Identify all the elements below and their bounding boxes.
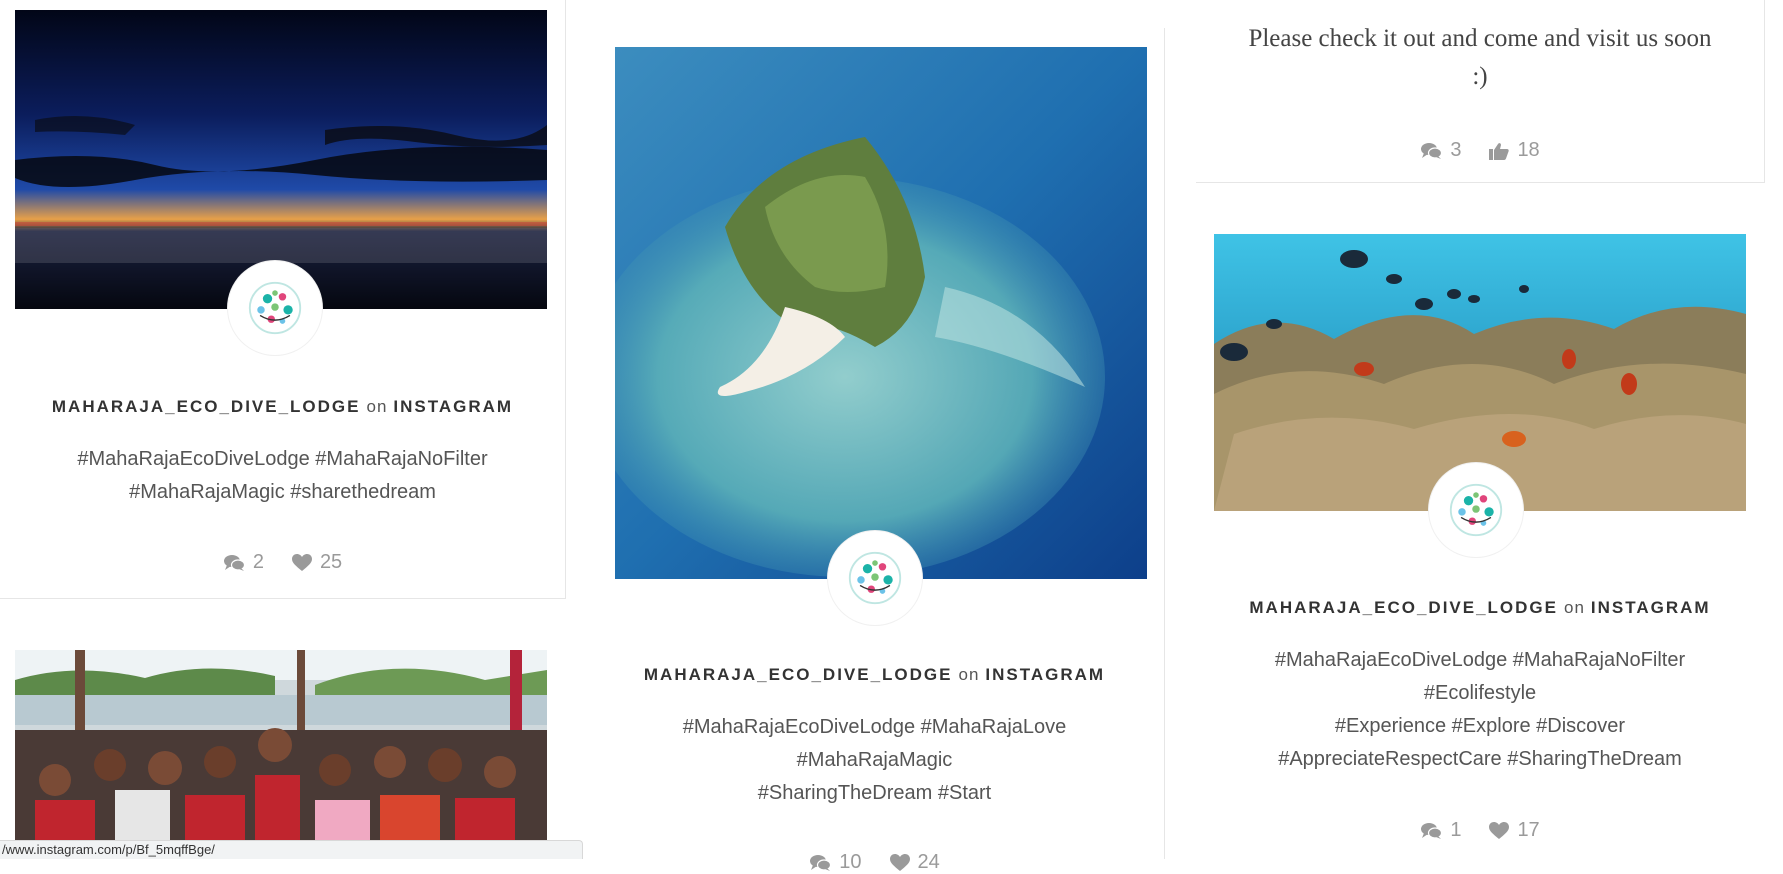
maharaja-logo-icon (247, 280, 303, 336)
post-card[interactable] (0, 630, 565, 859)
comment-count: 1 (1450, 819, 1462, 841)
post-card[interactable]: MAHARAJA_ECO_DIVE_LODGE on INSTAGRAM #Maha… (0, 0, 566, 599)
caption-line: #MahaRajaMagic (796, 749, 953, 771)
post-stats: 10 24 (582, 851, 1167, 874)
avatar[interactable] (228, 261, 322, 355)
text-line: Please check it out and come and visit u… (1248, 25, 1712, 52)
maharaja-logo-icon (1448, 482, 1504, 538)
post-stats: 1 17 (1196, 819, 1764, 842)
maharaja-logo-icon (847, 550, 903, 606)
caption-line: #MahaRajaEcoDiveLodge #MahaRajaLove (682, 716, 1067, 738)
post-photo-group[interactable] (15, 650, 547, 859)
username-link[interactable]: MAHARAJA_ECO_DIVE_LODGE (1249, 598, 1558, 617)
link-status-bar: /www.instagram.com/p/Bf_5mqffBge/ (0, 840, 583, 859)
caption-line: #SharingTheDream #Start (757, 782, 992, 804)
platform-link[interactable]: INSTAGRAM (393, 397, 513, 416)
caption-line: #MahaRajaEcoDiveLodge #MahaRajaNoFilter (1274, 649, 1686, 671)
heart-icon[interactable] (890, 854, 910, 872)
post-text: Please check it out and come and visit u… (1196, 20, 1764, 96)
post-stats: 3 18 (1196, 139, 1764, 162)
column-divider (1164, 28, 1165, 859)
on-text: on (958, 665, 980, 684)
post-caption: #MahaRajaEcoDiveLodge #MahaRajaLove #Mah… (582, 711, 1167, 810)
username-link[interactable]: MAHARAJA_ECO_DIVE_LODGE (644, 665, 953, 684)
caption-line: #Experience #Explore #Discover (1334, 715, 1626, 737)
post-photo-island[interactable] (615, 47, 1147, 579)
post-card[interactable]: MAHARAJA_ECO_DIVE_LODGE on INSTAGRAM #Maha… (1196, 212, 1764, 859)
post-byline: MAHARAJA_ECO_DIVE_LODGE on INSTAGRAM (582, 665, 1167, 685)
post-caption: #MahaRajaEcoDiveLodge #MahaRajaNoFilter … (0, 443, 565, 509)
caption-line: #MahaRajaMagic #sharethedream (129, 481, 436, 503)
text-line: :) (1472, 63, 1488, 90)
caption-line: #Ecolifestyle (1423, 682, 1537, 704)
comment-count: 3 (1450, 139, 1462, 161)
comments-icon[interactable] (1420, 822, 1442, 840)
post-card[interactable]: Please check it out and come and visit u… (1196, 0, 1765, 183)
post-caption: #MahaRajaEcoDiveLodge #MahaRajaNoFilter … (1196, 644, 1764, 776)
like-count: 24 (917, 851, 940, 873)
post-byline: MAHARAJA_ECO_DIVE_LODGE on INSTAGRAM (1196, 598, 1764, 618)
thumbs-up-icon[interactable] (1489, 142, 1509, 160)
platform-link[interactable]: INSTAGRAM (985, 665, 1105, 684)
caption-line: #MahaRajaEcoDiveLodge #MahaRajaNoFilter (77, 448, 488, 470)
avatar[interactable] (828, 531, 922, 625)
post-byline: MAHARAJA_ECO_DIVE_LODGE on INSTAGRAM (0, 397, 565, 417)
heart-icon[interactable] (1489, 822, 1509, 840)
like-count: 18 (1517, 139, 1540, 161)
on-text: on (366, 397, 388, 416)
comments-icon[interactable] (223, 554, 245, 572)
comments-icon[interactable] (1420, 142, 1442, 160)
comment-count: 2 (252, 551, 264, 573)
on-text: on (1564, 598, 1585, 617)
post-card[interactable]: MAHARAJA_ECO_DIVE_LODGE on INSTAGRAM #Maha… (582, 0, 1167, 873)
like-count: 17 (1517, 819, 1540, 841)
username-link[interactable]: MAHARAJA_ECO_DIVE_LODGE (52, 397, 361, 416)
post-stats: 2 25 (0, 551, 565, 574)
platform-link[interactable]: INSTAGRAM (1591, 598, 1711, 617)
comments-icon[interactable] (809, 854, 831, 872)
comment-count: 10 (839, 851, 862, 873)
avatar[interactable] (1429, 463, 1523, 557)
caption-line: #AppreciateRespectCare #SharingTheDream (1278, 748, 1682, 770)
heart-icon[interactable] (292, 554, 312, 572)
like-count: 25 (319, 551, 343, 573)
